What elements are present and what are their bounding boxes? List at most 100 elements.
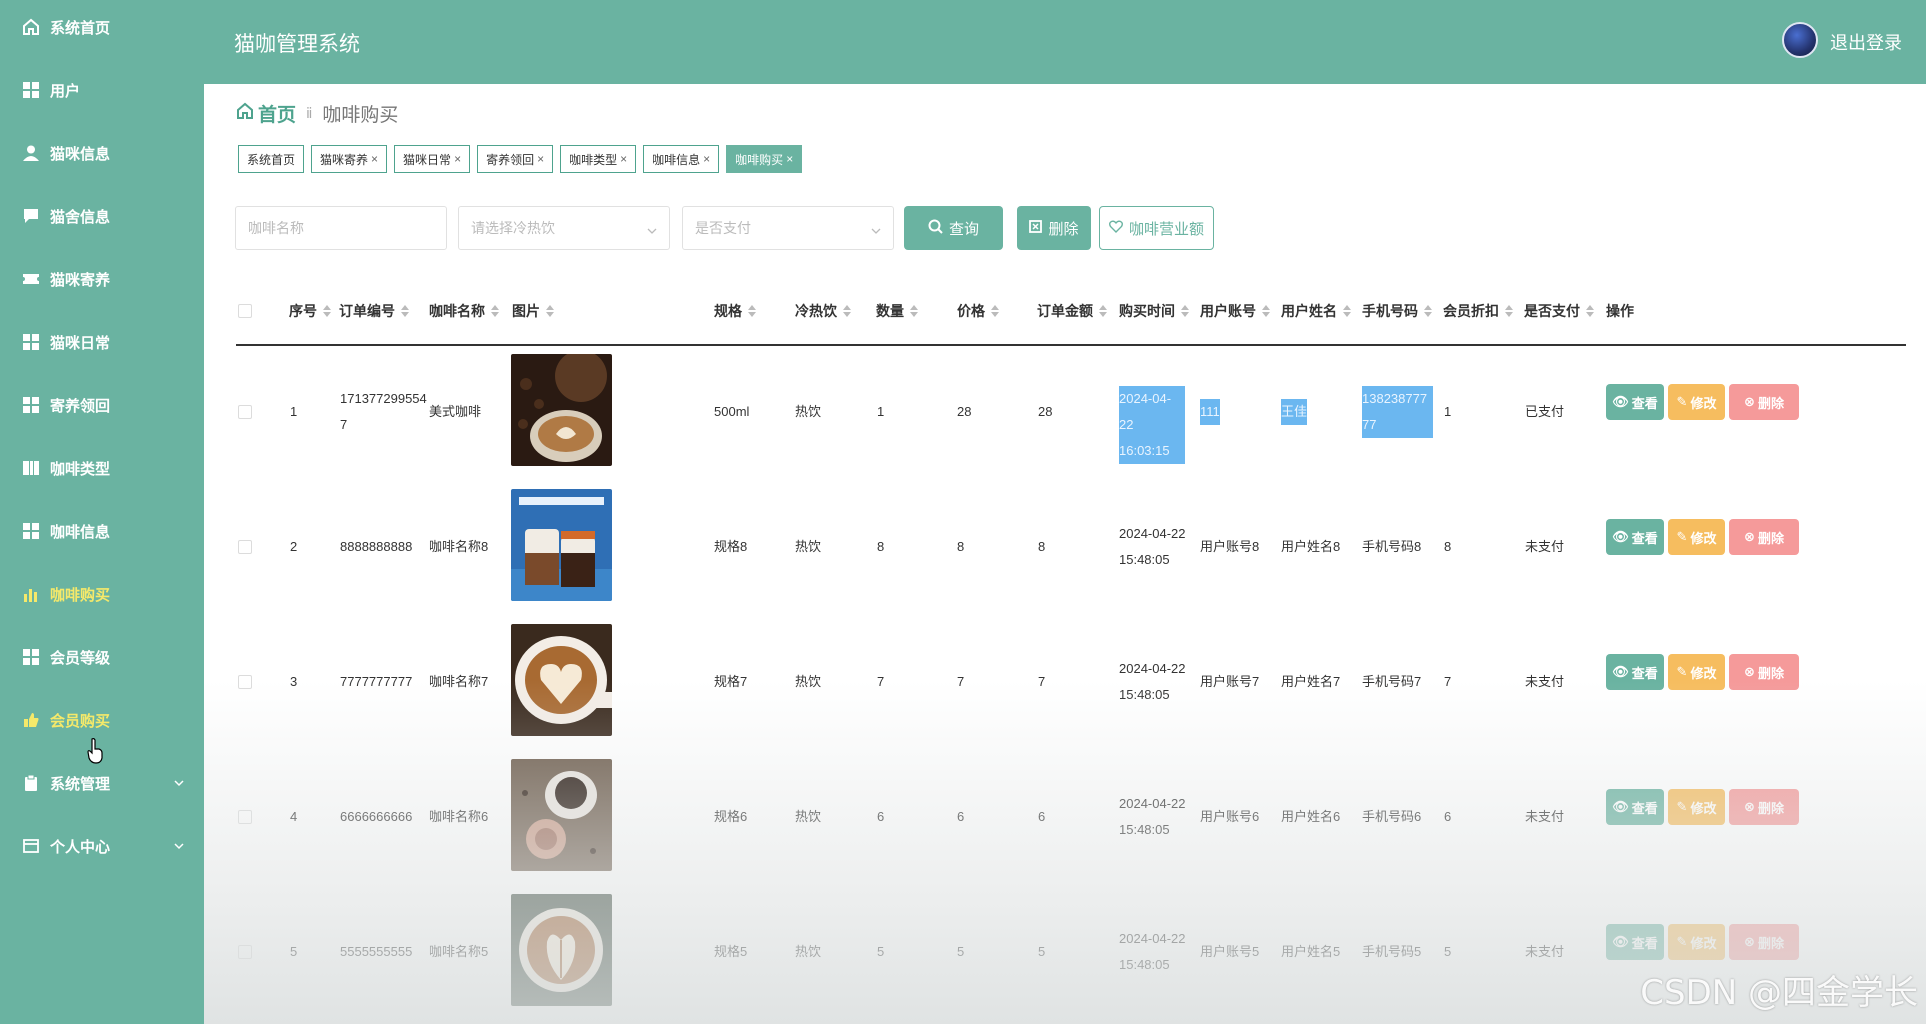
tag-label: 猫咪日常 [403, 152, 452, 167]
delete-row-button[interactable]: ⊗ 删除 [1729, 384, 1799, 420]
close-icon[interactable]: × [371, 152, 378, 166]
chevron-down-icon [174, 775, 184, 787]
sidebar-item-system-management[interactable]: 系统管理 [0, 761, 204, 805]
sort-icon[interactable] [1099, 305, 1107, 317]
temp-select[interactable]: 请选择冷热饮 [458, 206, 670, 250]
coffee-revenue-button[interactable]: 咖啡营业额 [1099, 206, 1214, 250]
sort-icon[interactable] [1505, 305, 1513, 317]
delete-row-button[interactable]: ⊗ 删除 [1729, 789, 1799, 825]
close-icon[interactable]: × [786, 152, 793, 166]
sort-icon[interactable] [491, 305, 499, 317]
column-label: 用户账号 [1200, 303, 1256, 319]
view-button[interactable]: 👁 查看 [1606, 384, 1664, 420]
view-button[interactable]: 👁 查看 [1606, 519, 1664, 555]
sidebar-item-coffee-type[interactable]: 咖啡类型 [0, 446, 204, 490]
tag-coffee-purchase[interactable]: 咖啡购买 × [726, 145, 803, 173]
close-icon[interactable]: × [537, 152, 544, 166]
delete-button[interactable]: 删除 [1017, 206, 1091, 250]
sidebar-item-member-level[interactable]: 会员等级 [0, 635, 204, 679]
delete-row-button[interactable]: ⊗ 删除 [1729, 519, 1799, 555]
sidebar-item-personal-center[interactable]: 个人中心 [0, 824, 204, 868]
delete-row-button[interactable]: ⊗ 删除 [1729, 654, 1799, 690]
sort-icon[interactable] [1343, 305, 1351, 317]
edit-button[interactable]: ✎ 修改 [1668, 789, 1725, 825]
sort-icon[interactable] [910, 305, 918, 317]
tag-cat-daily[interactable]: 猫咪日常 × [394, 145, 471, 173]
close-icon[interactable]: × [454, 152, 461, 166]
sidebar-item-coffee-purchase[interactable]: 咖啡购买 [0, 572, 204, 616]
sidebar-item-home[interactable]: 系统首页 [0, 5, 204, 49]
edit-button[interactable]: ✎ 修改 [1668, 384, 1725, 420]
column-header-account[interactable]: 用户账号 [1200, 296, 1270, 326]
sort-icon[interactable] [1181, 305, 1189, 317]
avatar[interactable] [1782, 22, 1818, 58]
query-button[interactable]: 查询 [904, 206, 1003, 250]
delete-icon [1029, 219, 1043, 237]
home-icon [22, 18, 40, 36]
edit-button[interactable]: ✎ 修改 [1668, 924, 1725, 960]
edit-button[interactable]: ✎ 修改 [1668, 519, 1725, 555]
sort-icon[interactable] [843, 305, 851, 317]
column-header-price[interactable]: 价格 [957, 296, 999, 326]
sort-icon[interactable] [1586, 305, 1594, 317]
sort-icon[interactable] [1424, 305, 1432, 317]
column-header-username[interactable]: 用户姓名 [1281, 296, 1351, 326]
sidebar-item-cat-foster[interactable]: 猫咪寄养 [0, 257, 204, 301]
column-header-order-no[interactable]: 订单编号 [339, 296, 409, 326]
edit-label: 修改 [1690, 530, 1717, 546]
row-checkbox[interactable] [238, 675, 252, 689]
tag-cat-foster[interactable]: 猫咪寄养 × [311, 145, 388, 173]
row-checkbox[interactable] [238, 810, 252, 824]
sidebar-item-member-purchase[interactable]: 会员购买 [0, 698, 204, 742]
hand-icon [22, 711, 40, 729]
select-all-checkbox[interactable] [238, 304, 252, 318]
row-checkbox[interactable] [238, 540, 252, 554]
sidebar-item-users[interactable]: 用户 [0, 68, 204, 112]
close-icon[interactable]: × [620, 152, 627, 166]
sort-icon[interactable] [323, 305, 331, 317]
column-label: 价格 [957, 303, 985, 319]
sidebar-item-cat-info[interactable]: 猫咪信息 [0, 131, 204, 175]
sidebar-item-cat-daily[interactable]: 猫咪日常 [0, 320, 204, 364]
column-header-phone[interactable]: 手机号码 [1362, 296, 1432, 326]
sidebar-item-coffee-info[interactable]: 咖啡信息 [0, 509, 204, 553]
sort-icon[interactable] [991, 305, 999, 317]
tag-coffee-info[interactable]: 咖啡信息 × [643, 145, 720, 173]
paid-select[interactable]: 是否支付 [682, 206, 894, 250]
column-header-coffee-name[interactable]: 咖啡名称 [429, 296, 499, 326]
coffee-name-input[interactable]: 咖啡名称 [235, 206, 447, 250]
column-header-amount[interactable]: 订单金额 [1037, 296, 1107, 326]
tag-system-home[interactable]: 系统首页 [238, 145, 305, 173]
column-header-index[interactable]: 序号 [289, 296, 331, 326]
column-header-qty[interactable]: 数量 [876, 296, 918, 326]
delete-row-button[interactable]: ⊗ 删除 [1729, 924, 1799, 960]
sidebar-item-cattery-info[interactable]: 猫舍信息 [0, 194, 204, 238]
sidebar-item-foster-return[interactable]: 寄养领回 [0, 383, 204, 427]
cell-paid: 已支付 [1525, 404, 1565, 419]
close-icon[interactable]: × [703, 152, 710, 166]
tag-coffee-type[interactable]: 咖啡类型 × [560, 145, 637, 173]
view-button[interactable]: 👁 查看 [1606, 789, 1664, 825]
row-checkbox[interactable] [238, 405, 252, 419]
breadcrumb-separator: ⅱ [306, 105, 313, 121]
view-button[interactable]: 👁 查看 [1606, 924, 1664, 960]
chevron-down-icon [647, 223, 657, 234]
sort-icon[interactable] [1262, 305, 1270, 317]
column-header-discount[interactable]: 会员折扣 [1443, 296, 1513, 326]
tag-foster-return[interactable]: 寄养领回 × [477, 145, 554, 173]
column-header-spec[interactable]: 规格 [714, 296, 756, 326]
view-button[interactable]: 👁 查看 [1606, 654, 1664, 690]
logout-button[interactable]: 退出登录 [1830, 29, 1902, 55]
sort-icon[interactable] [401, 305, 409, 317]
row-checkbox[interactable] [238, 945, 252, 959]
sort-icon[interactable] [546, 305, 554, 317]
column-header-purchase-time[interactable]: 购买时间 [1119, 296, 1189, 326]
breadcrumb-home[interactable]: 首页 [236, 100, 296, 127]
column-header-temp[interactable]: 冷热饮 [795, 296, 851, 326]
cell-coffee-name: 美式咖啡 [429, 404, 482, 419]
column-header-image[interactable]: 图片 [512, 296, 554, 326]
sort-icon[interactable] [748, 305, 756, 317]
edit-button[interactable]: ✎ 修改 [1668, 654, 1725, 690]
column-header-paid[interactable]: 是否支付 [1524, 296, 1594, 326]
chevron-down-icon [871, 223, 881, 234]
